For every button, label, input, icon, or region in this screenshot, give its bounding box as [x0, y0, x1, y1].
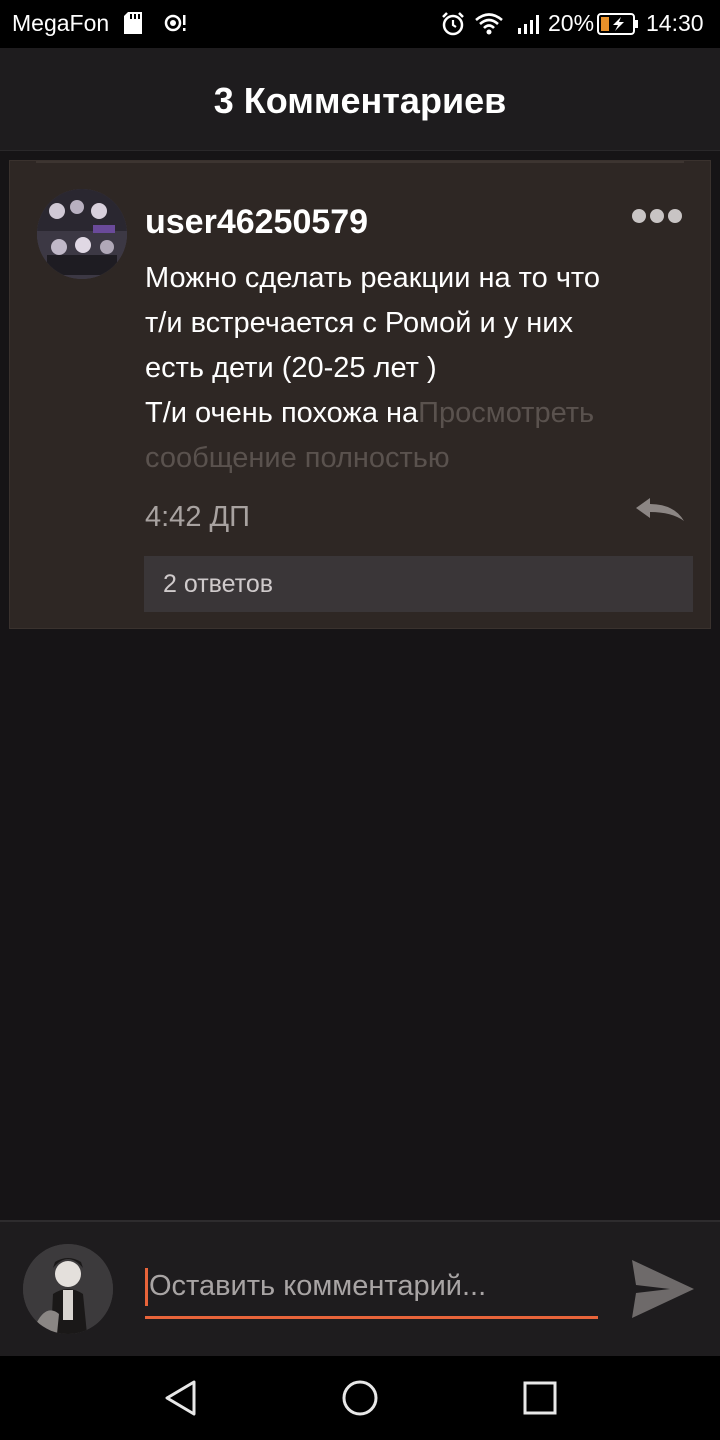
avatar-image: [37, 189, 127, 279]
comment-text-line: есть дети (20-25 лет ): [145, 352, 437, 384]
view-replies-button[interactable]: 2 ответов: [144, 556, 693, 612]
comment-text: Можно сделать реакции на то что т/и встр…: [145, 256, 690, 481]
more-options-button[interactable]: [632, 209, 688, 233]
back-icon[interactable]: [162, 1378, 200, 1418]
system-navigation-bar: [0, 1356, 720, 1440]
avatar[interactable]: [37, 189, 127, 279]
comment-timestamp: 4:42 ДП: [145, 501, 250, 533]
comment-input[interactable]: Оставить комментарий...: [145, 1262, 598, 1319]
more-dot-icon: [668, 209, 682, 223]
sd-card-icon: [124, 12, 142, 34]
view-full-message-link[interactable]: Просмотреть: [418, 397, 594, 429]
home-icon[interactable]: [340, 1378, 380, 1418]
reply-icon[interactable]: [634, 497, 686, 527]
replies-count-label: 2 ответов: [163, 570, 274, 598]
send-icon[interactable]: [628, 1258, 696, 1320]
comment-text-line: Т/и очень похожа на: [145, 397, 419, 429]
avatar[interactable]: [23, 1244, 113, 1334]
more-dot-icon: [632, 209, 646, 223]
status-bar: MegaFon 20% 14:30: [0, 0, 720, 48]
battery-percent: 20%: [548, 10, 595, 36]
text-caret: [145, 1268, 148, 1306]
recents-icon[interactable]: [522, 1380, 558, 1416]
comment-input-bar: Оставить комментарий...: [0, 1220, 720, 1358]
comment-username[interactable]: user46250579: [145, 203, 368, 242]
comments-header: 3 Комментариев: [0, 48, 720, 151]
comment-text-line: т/и встречается с Ромой и у них: [145, 307, 573, 339]
view-full-message-link[interactable]: сообщение полностью: [145, 436, 690, 481]
page-title: 3 Комментариев: [213, 80, 507, 121]
user-avatar-image: [23, 1244, 113, 1334]
carrier-name: MegaFon: [12, 10, 110, 36]
wifi-icon: [475, 13, 503, 35]
signal-icon: [518, 15, 539, 34]
alarm-icon: [442, 12, 464, 36]
comment-text-line: Можно сделать реакции на то что: [145, 262, 601, 294]
more-dot-icon: [650, 209, 664, 223]
clock: 14:30: [646, 10, 704, 36]
comment-card[interactable]: user46250579 Можно сделать реакции на то…: [9, 160, 711, 629]
battery-charging-icon: [597, 13, 638, 35]
comment-input-placeholder: Оставить комментарий...: [149, 1270, 487, 1302]
hotspot-icon: [164, 14, 186, 32]
